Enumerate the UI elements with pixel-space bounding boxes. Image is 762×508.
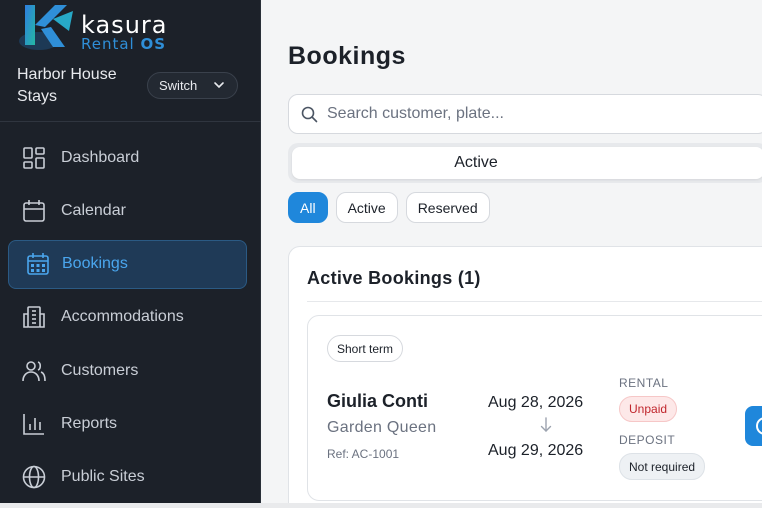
sidebar-item-label: Dashboard: [61, 148, 140, 166]
action-icon: [756, 417, 762, 435]
customer-name: Giulia Conti: [327, 391, 428, 411]
app-window: kasura Rental OS Harbor House Stays Swit…: [0, 0, 762, 503]
sidebar-item-dashboard[interactable]: Dashboard: [8, 133, 247, 182]
filter-chips: All Active Reserved: [288, 192, 490, 223]
booking-card[interactable]: Short term Giulia Conti Garden Queen Ref…: [307, 315, 762, 501]
sidebar-item-label: Public Sites: [61, 468, 145, 486]
sidebar-item-bookings[interactable]: Bookings: [8, 239, 247, 289]
sidebar-item-label: Calendar: [61, 201, 126, 219]
brand-logo: kasura Rental OS: [17, 3, 187, 57]
org-name: Harbor House Stays: [17, 66, 117, 105]
sidebar-item-label: Customers: [61, 361, 139, 379]
booking-action-button[interactable]: [745, 406, 762, 446]
date-from: Aug 28, 2026: [488, 394, 584, 411]
brand-sub-bold: OS: [140, 35, 167, 53]
booking-ref: Ref: AC-1001: [327, 447, 400, 461]
globe-icon: [21, 464, 47, 490]
segment-active-label: Active: [454, 154, 498, 171]
arrow-down-icon: [540, 417, 552, 432]
sidebar-nav: Dashboard Calendar Bookings Accommodatio…: [0, 133, 261, 506]
sidebar-item-public-sites[interactable]: Public Sites: [8, 453, 247, 502]
term-badge: Short term: [327, 335, 404, 362]
sidebar-item-accommodations[interactable]: Accommodations: [8, 293, 247, 342]
sidebar-item-label: Bookings: [62, 255, 128, 273]
brand-sub-light: Rental: [81, 35, 135, 53]
chevron-down-icon: [214, 82, 224, 89]
building-icon: [21, 304, 47, 330]
filter-all[interactable]: All: [288, 192, 328, 223]
brand-sub: Rental OS: [81, 35, 166, 53]
section-divider: [307, 301, 762, 302]
main-content: Bookings Active All Active Reserved Acti…: [261, 0, 762, 503]
bookings-icon: [25, 251, 51, 277]
sidebar-item-reports[interactable]: Reports: [8, 399, 247, 448]
status-segmented-control: Active: [288, 143, 762, 183]
filter-active[interactable]: Active: [335, 192, 398, 223]
search-input[interactable]: [327, 105, 727, 123]
search-icon: [301, 106, 318, 122]
search-box: [288, 94, 762, 134]
sidebar-item-label: Reports: [61, 414, 118, 432]
deposit-label: DEPOSIT: [619, 433, 676, 447]
active-bookings-panel: Active Bookings (1) Short term Giulia Co…: [288, 246, 762, 503]
dashboard-icon: [21, 145, 47, 171]
switch-label: Switch: [159, 78, 198, 93]
date-to: Aug 29, 2026: [488, 442, 584, 459]
section-title: Active Bookings (1): [307, 268, 481, 288]
sidebar-divider: [0, 121, 261, 122]
bottom-strip: [0, 503, 762, 508]
kasura-logo-icon: [19, 5, 73, 50]
deposit-status-badge: Not required: [619, 453, 706, 480]
filter-reserved[interactable]: Reserved: [405, 192, 490, 223]
sidebar-item-label: Accommodations: [61, 308, 184, 326]
calendar-icon: [21, 198, 47, 224]
sidebar-item-customers[interactable]: Customers: [8, 346, 247, 395]
rental-label: RENTAL: [619, 376, 669, 390]
vehicle-name: Garden Queen: [327, 419, 437, 436]
sidebar: kasura Rental OS Harbor House Stays Swit…: [0, 0, 261, 503]
segment-active[interactable]: Active: [292, 147, 762, 179]
bar-chart-icon: [21, 411, 47, 437]
users-icon: [21, 358, 47, 384]
sidebar-item-calendar[interactable]: Calendar: [8, 186, 247, 235]
switch-org-button[interactable]: Switch: [147, 72, 238, 99]
page-title: Bookings: [288, 42, 406, 70]
rental-status-badge: Unpaid: [619, 396, 678, 422]
